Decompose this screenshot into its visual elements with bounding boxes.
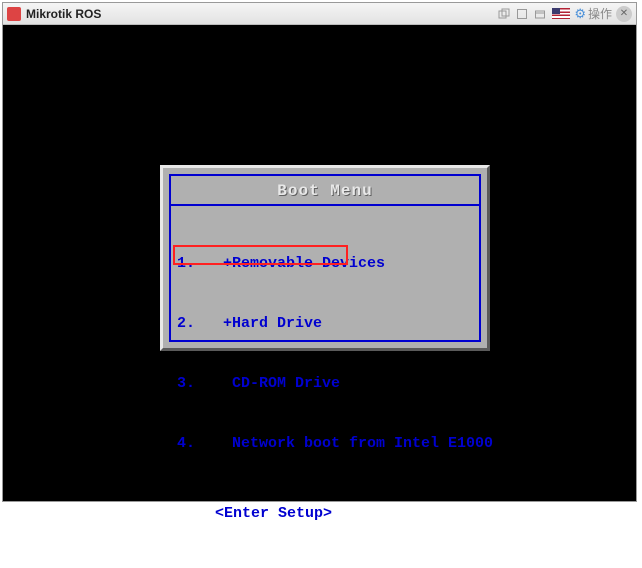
app-icon [7, 7, 21, 21]
enter-setup[interactable]: <Enter Setup> [177, 494, 473, 524]
boot-item-label: +Hard Drive [223, 315, 322, 332]
vm-console-window: Mikrotik ROS ⚙ 操作 ✕ Boot Menu 1.+Removab… [2, 2, 637, 502]
window-icon[interactable] [532, 7, 548, 21]
us-flag-icon[interactable] [552, 8, 570, 19]
boot-item-removable[interactable]: 1.+Removable Devices [177, 254, 473, 274]
boot-menu-list: 1.+Removable Devices 2.+Hard Drive 3. CD… [171, 206, 479, 568]
window-title: Mikrotik ROS [26, 7, 101, 21]
boot-item-label: Network boot from Intel E1000 [223, 435, 493, 452]
boot-item-harddrive[interactable]: 2.+Hard Drive [177, 314, 473, 334]
boot-item-label: +Removable Devices [223, 255, 385, 272]
boot-menu-title: Boot Menu [171, 176, 479, 204]
titlebar: Mikrotik ROS ⚙ 操作 ✕ [3, 3, 636, 25]
boot-item-label: CD-ROM Drive [223, 375, 340, 392]
close-icon[interactable]: ✕ [616, 6, 632, 22]
boot-item-cdrom[interactable]: 3. CD-ROM Drive [177, 374, 473, 394]
boot-item-network[interactable]: 4. Network boot from Intel E1000 [177, 434, 473, 454]
console-viewport[interactable]: Boot Menu 1.+Removable Devices 2.+Hard D… [3, 25, 636, 501]
operations-label[interactable]: 操作 [588, 5, 612, 22]
boot-menu-panel: Boot Menu 1.+Removable Devices 2.+Hard D… [160, 165, 490, 351]
popout-icon[interactable] [496, 7, 512, 21]
boot-menu-frame: Boot Menu 1.+Removable Devices 2.+Hard D… [169, 174, 481, 342]
gear-icon[interactable]: ⚙ [574, 6, 586, 22]
maximize-icon[interactable] [514, 7, 530, 21]
